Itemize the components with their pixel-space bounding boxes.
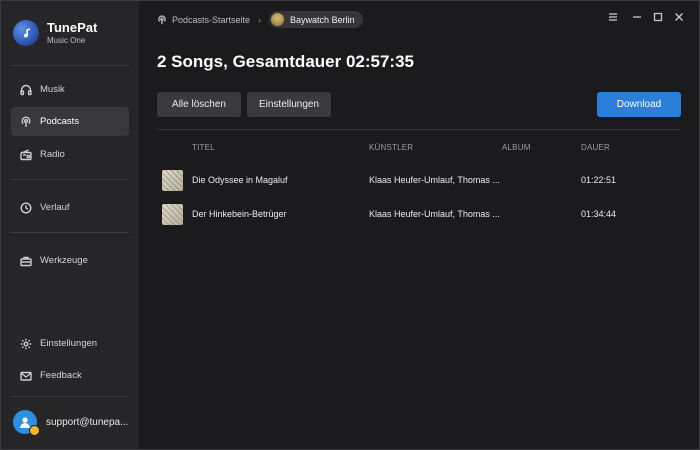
sidebar-item-label: Musik: [40, 84, 65, 95]
sidebar-item-label: Podcasts: [40, 116, 80, 127]
radio-icon: [20, 148, 32, 161]
user-email: support@tunepa...: [46, 416, 129, 428]
track-artist: Klaas Heufer-Umlauf, Thomas ...: [369, 209, 500, 219]
column-header-duration: DAUER: [581, 143, 611, 152]
premium-badge-icon: [29, 425, 40, 436]
settings-button[interactable]: Einstellungen: [247, 92, 331, 117]
sidebar-item-feedback[interactable]: Feedback: [11, 361, 129, 390]
sidebar-item-label: Verlauf: [40, 202, 70, 213]
maximize-icon[interactable]: [650, 10, 666, 24]
sidebar-item-musik[interactable]: Musik: [11, 75, 129, 104]
breadcrumb-current[interactable]: Baywatch Berlin: [269, 11, 363, 28]
table-row[interactable]: Der Hinkebein-Betrüger Klaas Heufer-Umla…: [157, 201, 681, 229]
podcast-icon: [158, 14, 166, 24]
sidebar-divider: [11, 179, 129, 180]
sidebar-item-einstellungen[interactable]: Einstellungen: [11, 329, 129, 358]
sidebar-item-radio[interactable]: Radio: [11, 140, 129, 169]
headphones-icon: [20, 84, 32, 96]
column-header-album: ALBUM: [502, 143, 531, 152]
gear-icon: [20, 338, 32, 350]
brand-subtitle: Music One: [47, 35, 86, 45]
sidebar-divider: [11, 232, 129, 233]
tunepat-logo-icon: [13, 20, 39, 46]
sidebar-item-label: Radio: [40, 149, 65, 160]
track-title: Der Hinkebein-Betrüger: [192, 209, 287, 219]
minimize-icon[interactable]: [629, 10, 645, 24]
track-duration: 01:22:51: [581, 175, 617, 185]
sidebar-divider: [11, 65, 129, 66]
brand-name: TunePat: [47, 19, 98, 35]
avatar: [13, 410, 40, 436]
page-title: 2 Songs, Gesamtdauer 02:57:35: [157, 52, 415, 71]
sidebar-divider: [11, 396, 129, 397]
track-thumbnail: [162, 170, 183, 191]
sidebar-item-podcasts[interactable]: Podcasts: [11, 107, 129, 136]
clock-icon: [20, 201, 32, 214]
sidebar-item-werkzeuge[interactable]: Werkzeuge: [11, 246, 129, 275]
podcast-icon: [20, 116, 32, 128]
sidebar: TunePat Music One Musik Podcasts Radio V…: [1, 1, 140, 449]
column-header-title: TITEL: [192, 143, 215, 152]
table-divider: [157, 129, 681, 130]
app-window: TunePat Music One Musik Podcasts Radio V…: [0, 0, 700, 450]
clear-all-button[interactable]: Alle löschen: [157, 92, 241, 117]
podcast-thumbnail: [271, 13, 285, 26]
sidebar-item-label: Einstellungen: [40, 338, 98, 349]
track-duration: 01:34:44: [581, 209, 617, 219]
download-button[interactable]: Download: [597, 92, 681, 117]
breadcrumb-current-label: Baywatch Berlin: [290, 14, 355, 25]
breadcrumb-home[interactable]: Podcasts-Startseite: [172, 15, 250, 25]
sidebar-item-label: Werkzeuge: [40, 255, 88, 266]
menu-icon[interactable]: [605, 10, 621, 24]
table-row[interactable]: Die Odyssee in Magaluf Klaas Heufer-Umla…: [157, 167, 681, 195]
toolbox-icon: [20, 255, 32, 267]
close-icon[interactable]: [671, 10, 687, 24]
track-title: Die Odyssee in Magaluf: [192, 175, 288, 185]
sidebar-item-label: Feedback: [40, 370, 82, 381]
track-thumbnail: [162, 204, 183, 225]
mail-icon: [20, 370, 32, 382]
breadcrumb: Podcasts-Startseite › Baywatch Berlin: [157, 11, 363, 28]
top-bar: Podcasts-Startseite › Baywatch Berlin: [141, 1, 700, 35]
sidebar-item-verlauf[interactable]: Verlauf: [11, 193, 129, 222]
user-account[interactable]: support@tunepa...: [13, 407, 128, 437]
column-header-artist: KÜNSTLER: [369, 143, 414, 152]
track-artist: Klaas Heufer-Umlauf, Thomas ...: [369, 175, 500, 185]
brand: TunePat Music One: [13, 17, 97, 49]
chevron-right-icon: ›: [258, 14, 262, 25]
